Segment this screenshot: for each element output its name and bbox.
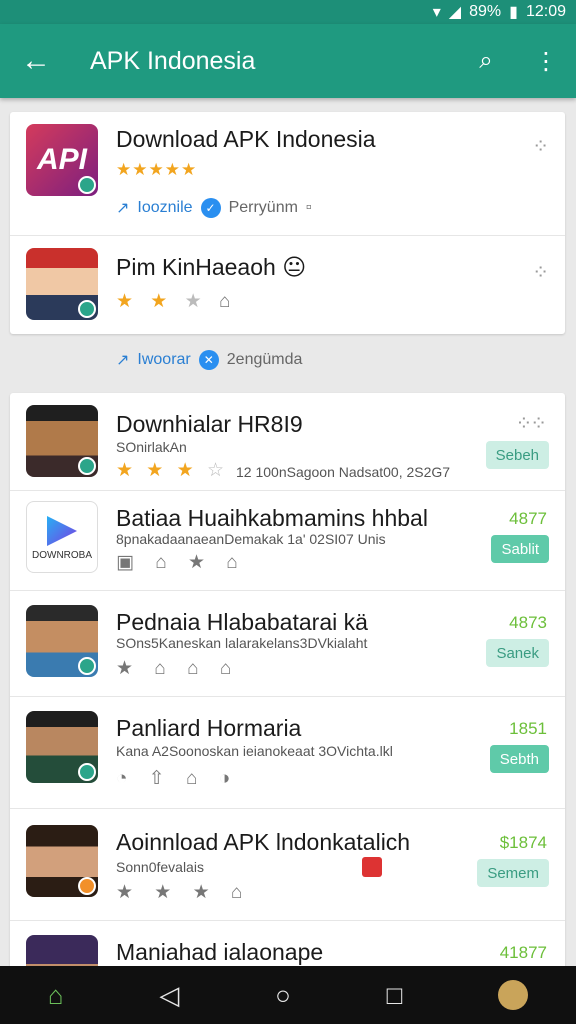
meta-author: Perryünm: [228, 199, 298, 216]
app-developer: 8pnakadaanaeanDemakak 1a' 02SI07 Unis: [116, 531, 386, 547]
battery-percent: 89%: [469, 3, 502, 20]
app-icon: [26, 248, 98, 320]
page-title: APK Indonesia: [90, 46, 256, 75]
app-name: Downhialar HR8I9: [116, 411, 303, 437]
app-developer: SOns5Kaneskan lalarakelans3DVkialaht: [116, 635, 368, 651]
section-date: 2engümda: [226, 351, 303, 368]
list-item[interactable]: DOWNROBA Batiaa Huaihkabmamins hhbal 8pn…: [10, 491, 565, 591]
app-name: Pim KinHaeaoh 😐: [116, 254, 307, 280]
navigation-bar: ⌂ ◁ ○ □: [0, 966, 576, 1024]
verified-badge-icon: [78, 457, 96, 475]
app-developer: SOnirlakAn: [116, 439, 187, 455]
install-button[interactable]: Sanek: [486, 639, 549, 667]
install-button[interactable]: Sebth: [489, 745, 549, 773]
list-item[interactable]: Pim KinHaeaoh 😐 ★ ★ ★ ⌂ ⁘: [10, 236, 565, 334]
app-name: Aoinnload APK lndonkatalich: [116, 829, 411, 855]
drag-handle-icon[interactable]: ⁘: [532, 260, 549, 285]
featured-card: API Download APK Indonesia ★★★★★ ↗ Ioozn…: [10, 112, 565, 334]
app-icon-text: API: [36, 143, 87, 176]
app-name: Batiaa Huaihkabmamins hhbal: [116, 505, 428, 531]
sync-icon: ✕: [198, 350, 219, 370]
more-options-icon[interactable]: ⋮: [516, 47, 576, 76]
signal-icon: ◢: [448, 4, 462, 21]
app-price: 41877: [499, 943, 547, 962]
app-icon: API: [26, 124, 98, 196]
back-arrow-icon[interactable]: ←: [0, 44, 72, 78]
clipboard-icon: ▫: [305, 199, 312, 216]
app-name: Download APK Indonesia: [116, 126, 376, 152]
app-icon: DOWNROBA: [26, 501, 98, 573]
app-price: $1874: [499, 833, 547, 852]
rating-stars: ★★★★★: [116, 160, 198, 179]
play-logo-icon: [47, 516, 77, 546]
app-developer: Sonn0fevalais: [116, 859, 204, 875]
emoji-icon: [362, 857, 382, 877]
app-price: 4873: [509, 613, 547, 632]
back-nav-icon[interactable]: ◁: [159, 980, 179, 1011]
rating-stars-off: ★: [184, 291, 208, 312]
status-bar: ▾ ◢ 89% ▮ 12:09: [0, 0, 576, 24]
rating-stars-off: ☆: [206, 460, 228, 481]
app-bar: ← APK Indonesia ⌕ ⋮: [0, 24, 576, 98]
recents-nav-icon[interactable]: □: [387, 980, 403, 1011]
app-icon: [26, 405, 98, 477]
home-nav-icon[interactable]: ○: [275, 980, 291, 1011]
share-icon: ↗: [116, 200, 130, 217]
app-icon: [26, 605, 98, 677]
app-name: Maniahad ialaonape: [116, 939, 324, 965]
chat-icon: ✓: [200, 198, 221, 218]
meta-tag: Iooznile: [137, 199, 193, 216]
bookmark-icon: ⌂: [218, 291, 237, 312]
verified-badge-icon: [78, 657, 96, 675]
section-meta: ↗ Iwoorar ✕ 2engümda: [116, 350, 302, 370]
list-item[interactable]: Panliard Hormaria Kana A2Soonoskan ieian…: [10, 697, 565, 809]
search-icon[interactable]: ⌕: [456, 47, 516, 75]
app-icon-text: DOWNROBA: [32, 550, 92, 561]
app-name: Panliard Hormaria: [116, 715, 302, 741]
install-button[interactable]: Semem: [477, 859, 549, 887]
list-item[interactable]: Pednaia Hlababatarai kä SOns5Kaneskan la…: [10, 591, 565, 697]
feature-icons: ★ ★ ★ ⌂: [116, 882, 251, 903]
verified-badge-icon: [78, 300, 96, 318]
app-name: Pednaia Hlababatarai kä: [116, 609, 368, 635]
verified-badge-icon: [78, 877, 96, 895]
feature-icons: ◔ ⇧ ⌂ ◑: [116, 768, 239, 789]
wifi-icon: ▾: [432, 4, 441, 21]
share-icon: ↗: [116, 352, 130, 369]
app-list: Downhialar HR8I9 SOnirlakAn ★ ★ ★ ☆ 12 1…: [10, 393, 565, 973]
assistant-icon[interactable]: [498, 980, 529, 1010]
rating-stars-on: ★ ★: [116, 291, 174, 312]
install-button[interactable]: Sablit: [491, 535, 549, 563]
list-item[interactable]: Aoinnload APK lndonkatalich Sonn0fevalai…: [10, 809, 565, 921]
rating-stars: ★ ★ ★ ☆: [116, 459, 228, 482]
install-button[interactable]: Sebeh: [485, 441, 549, 469]
verified-badge-icon: [78, 763, 96, 781]
clock: 12:09: [525, 3, 566, 20]
app-icon: [26, 711, 98, 783]
section-tag: Iwoorar: [137, 351, 191, 368]
rating-stars: ★ ★ ★ ⌂: [116, 290, 236, 313]
battery-icon: ▮: [509, 4, 518, 21]
verified-badge-icon: [78, 176, 96, 194]
home-app-icon[interactable]: ⌂: [48, 980, 64, 1011]
app-details: 12 100nSagoon Nadsat00, 2S2G7: [236, 464, 451, 480]
rating-stars-on: ★ ★ ★: [116, 460, 198, 481]
app-icon: [26, 825, 98, 897]
app-meta: ↗ Iooznile ✓ Perryünm ▫: [116, 198, 312, 218]
feature-icons: ▣ ⌂ ★ ⌂: [116, 552, 246, 573]
drag-handle-icon[interactable]: ⁘⁘: [515, 411, 546, 436]
app-price: 1851: [509, 719, 547, 738]
list-item[interactable]: API Download APK Indonesia ★★★★★ ↗ Ioozn…: [10, 112, 565, 236]
drag-handle-icon[interactable]: ⁘: [532, 134, 549, 159]
app-developer: Kana A2Soonoskan ieianokeaat 3OVichta.lk…: [116, 743, 393, 759]
app-price: 4877: [509, 509, 547, 528]
feature-icons: ★ ⌂ ⌂ ⌂: [116, 658, 240, 679]
list-item[interactable]: Downhialar HR8I9 SOnirlakAn ★ ★ ★ ☆ 12 1…: [10, 393, 565, 491]
